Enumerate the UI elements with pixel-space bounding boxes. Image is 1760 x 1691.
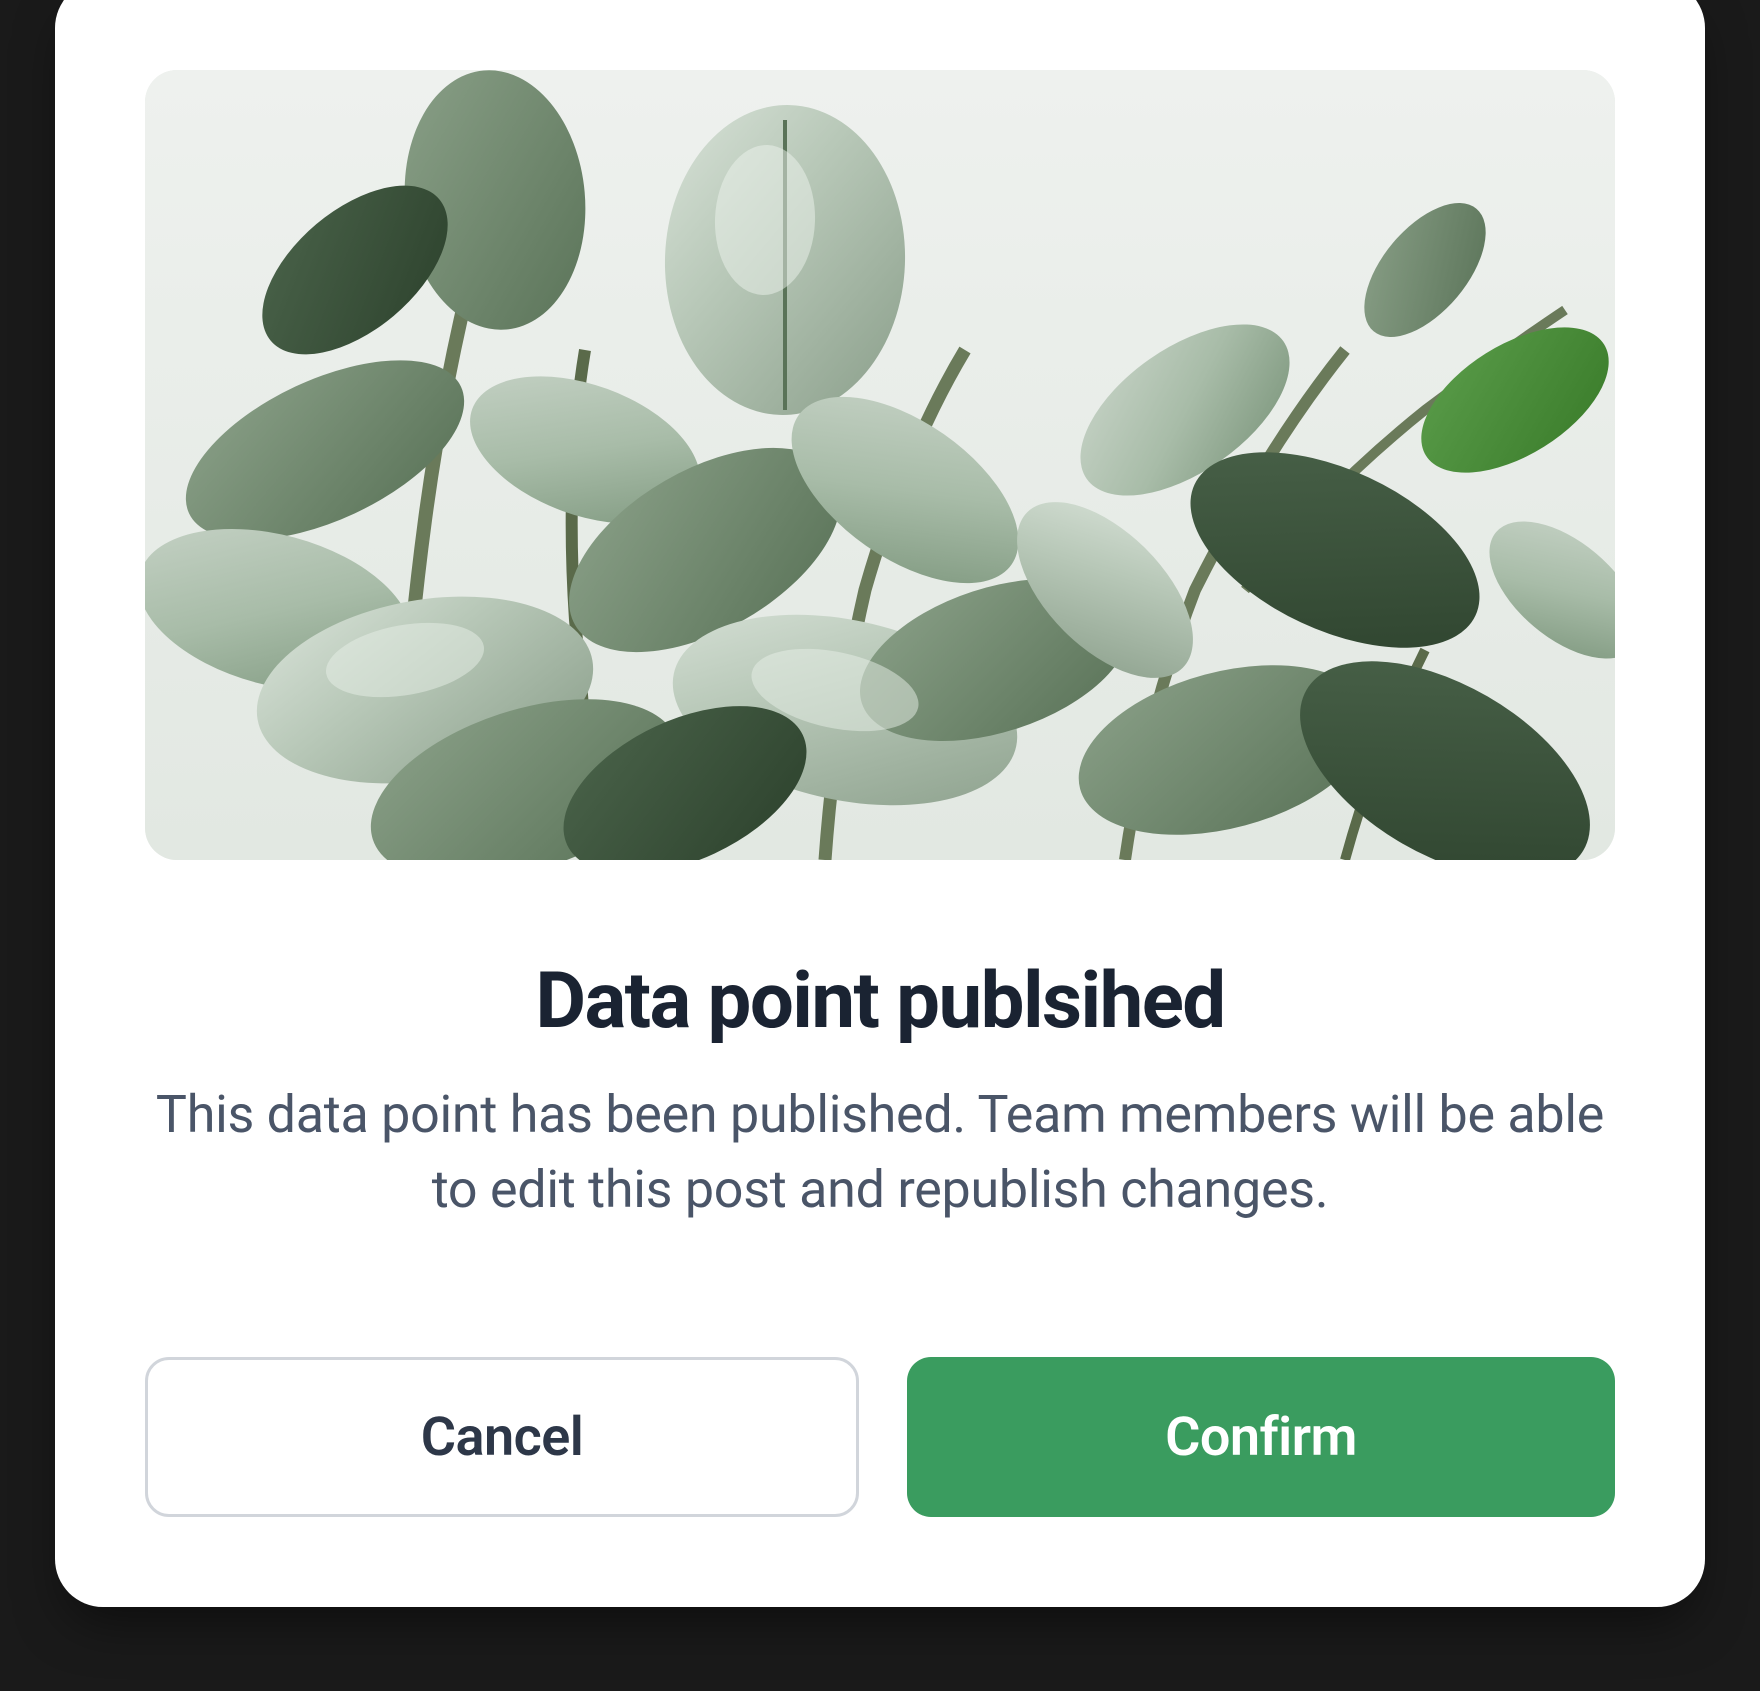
hero-image-container [145, 70, 1615, 860]
modal-actions: Cancel Confirm [145, 1357, 1615, 1517]
confirmation-modal: Data point publsihed This data point has… [55, 0, 1705, 1607]
cancel-button[interactable]: Cancel [145, 1357, 859, 1517]
modal-description: This data point has been published. Team… [145, 1077, 1615, 1228]
plant-image [145, 70, 1615, 860]
confirm-button[interactable]: Confirm [907, 1357, 1615, 1517]
modal-content: Data point publsihed This data point has… [145, 955, 1615, 1227]
modal-title: Data point publsihed [145, 955, 1615, 1049]
